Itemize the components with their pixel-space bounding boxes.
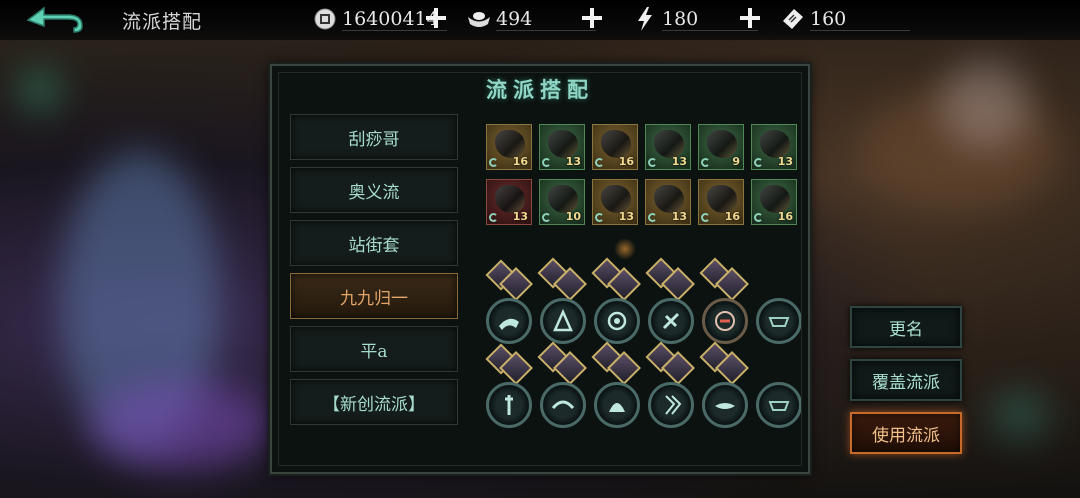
equipment-icon bbox=[495, 130, 525, 158]
lightning-icon bbox=[632, 6, 658, 32]
equipment-slot[interactable]: 16 bbox=[486, 124, 532, 170]
build-item[interactable]: 平a bbox=[290, 326, 458, 372]
equipment-icon bbox=[601, 185, 631, 213]
swap-icon bbox=[754, 213, 763, 222]
equipment-slot[interactable]: 13 bbox=[645, 124, 691, 170]
swap-icon bbox=[701, 213, 710, 222]
coin-icon bbox=[312, 6, 338, 32]
build-panel: 流派搭配 刮痧哥 奥义流 站街套 九九归一 平a 【新创流派】 16 13 16 13… bbox=[270, 64, 810, 474]
rename-button[interactable]: 更名 bbox=[850, 306, 962, 348]
use-build-button[interactable]: 使用流派 bbox=[850, 412, 962, 454]
equipment-level: 9 bbox=[732, 155, 740, 168]
swap-icon bbox=[701, 158, 710, 167]
build-list: 刮痧哥 奥义流 站街套 九九归一 平a 【新创流派】 bbox=[290, 114, 460, 432]
swap-icon bbox=[648, 213, 657, 222]
add-stamina-button[interactable] bbox=[738, 6, 762, 30]
swap-icon bbox=[489, 158, 498, 167]
equipment-icon bbox=[654, 185, 684, 213]
equipment-icon bbox=[548, 185, 578, 213]
silver-ingot-icon bbox=[466, 6, 492, 32]
swap-icon bbox=[595, 158, 604, 167]
skill-slot-icon[interactable] bbox=[648, 382, 694, 428]
equipment-icon bbox=[495, 185, 525, 213]
ticket-value: 160 bbox=[810, 8, 910, 31]
panel-title: 流派搭配 bbox=[486, 77, 594, 102]
equipment-slot[interactable]: 10 bbox=[539, 179, 585, 225]
overwrite-build-button[interactable]: 覆盖流派 bbox=[850, 359, 962, 401]
equipment-level: 16 bbox=[724, 210, 740, 223]
equipment-level: 13 bbox=[777, 155, 793, 168]
ingot-resource: 494 bbox=[466, 5, 596, 33]
build-item[interactable]: 奥义流 bbox=[290, 167, 458, 213]
ticket-resource: 160 bbox=[780, 5, 910, 33]
swap-icon bbox=[542, 158, 551, 167]
skill-slot-icon[interactable] bbox=[540, 382, 586, 428]
empty-skill-slot-icon[interactable] bbox=[756, 382, 802, 428]
equipment-icon bbox=[601, 130, 631, 158]
equipment-level: 16 bbox=[618, 155, 634, 168]
skill-slot-icon[interactable] bbox=[486, 382, 532, 428]
equipment-level: 13 bbox=[671, 155, 687, 168]
swap-icon bbox=[754, 158, 763, 167]
swap-icon bbox=[489, 213, 498, 222]
equipment-slot[interactable]: 13 bbox=[539, 124, 585, 170]
equipment-slot[interactable]: 13 bbox=[645, 179, 691, 225]
equipment-level: 16 bbox=[512, 155, 528, 168]
top-bar: 流派搭配 16400414 494 180 160 bbox=[0, 0, 1080, 40]
equipment-slot[interactable]: 16 bbox=[698, 179, 744, 225]
equipment-slot[interactable]: 16 bbox=[592, 124, 638, 170]
equipment-grid: 16 13 16 13 9 13 13 10 13 13 16 16 bbox=[486, 124, 797, 225]
build-item[interactable]: 刮痧哥 bbox=[290, 114, 458, 160]
swap-icon bbox=[595, 213, 604, 222]
equipment-icon bbox=[654, 130, 684, 158]
equipment-icon bbox=[760, 185, 790, 213]
equipment-level: 13 bbox=[512, 210, 528, 223]
equipment-icon bbox=[548, 130, 578, 158]
equipment-level: 13 bbox=[565, 155, 581, 168]
equipment-slot[interactable]: 16 bbox=[751, 179, 797, 225]
build-item[interactable]: 站街套 bbox=[290, 220, 458, 266]
add-ingot-button[interactable] bbox=[580, 6, 604, 30]
build-item-selected[interactable]: 九九归一 bbox=[290, 273, 458, 319]
swap-icon bbox=[542, 213, 551, 222]
equipment-slot[interactable]: 13 bbox=[592, 179, 638, 225]
page-title: 流派搭配 bbox=[122, 11, 203, 33]
skill-slot-icon[interactable] bbox=[594, 382, 640, 428]
add-coin-button[interactable] bbox=[424, 6, 448, 30]
swap-icon bbox=[648, 158, 657, 167]
equipment-icon bbox=[760, 130, 790, 158]
equipment-slot[interactable]: 13 bbox=[751, 124, 797, 170]
equipment-icon bbox=[707, 185, 737, 213]
equipment-slot[interactable]: 9 bbox=[698, 124, 744, 170]
back-arrow-icon[interactable] bbox=[24, 4, 86, 36]
equipment-level: 10 bbox=[565, 210, 581, 223]
equipment-level: 16 bbox=[777, 210, 793, 223]
ticket-icon bbox=[780, 6, 806, 32]
new-build-button[interactable]: 【新创流派】 bbox=[290, 379, 458, 425]
equipment-level: 13 bbox=[671, 210, 687, 223]
equipment-slot[interactable]: 13 bbox=[486, 179, 532, 225]
skill-row-2 bbox=[485, 336, 802, 436]
equipment-icon bbox=[707, 130, 737, 158]
skill-slot-icon[interactable] bbox=[702, 382, 748, 428]
equipment-level: 13 bbox=[618, 210, 634, 223]
